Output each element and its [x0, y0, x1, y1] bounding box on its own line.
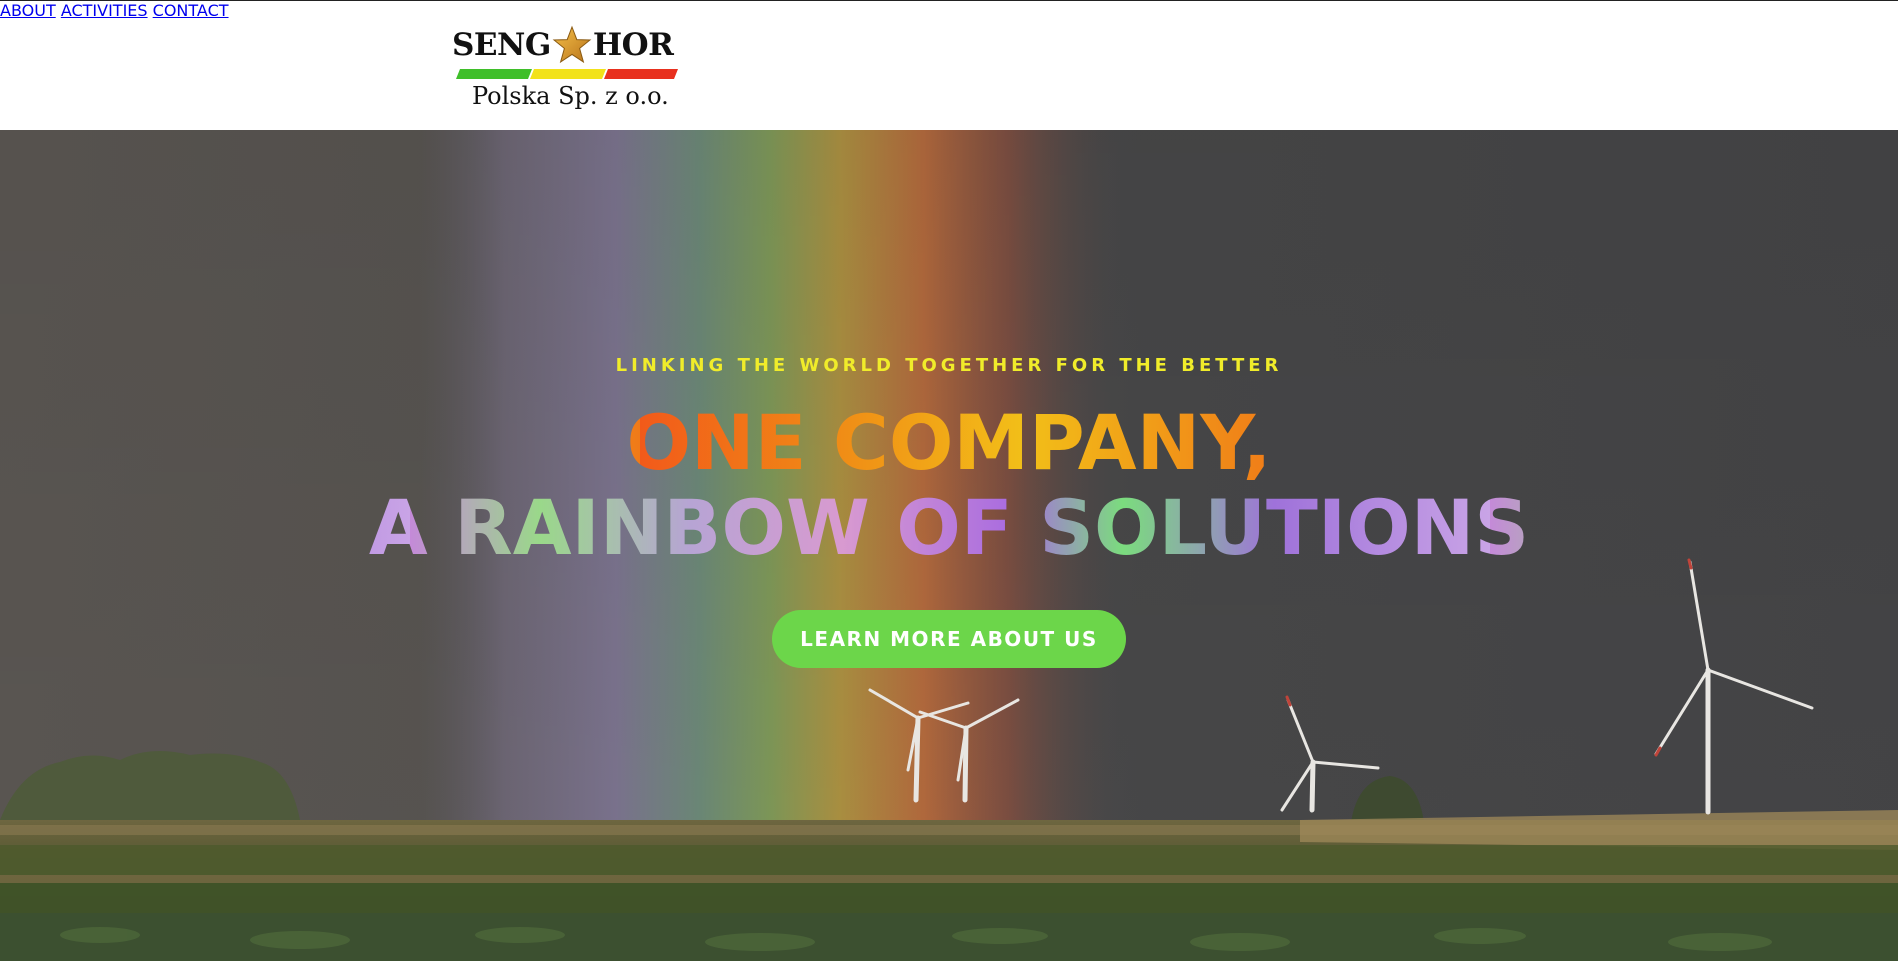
hero-tagline: LINKING THE WORLD TOGETHER FOR THE BETTE…: [615, 355, 1283, 376]
nav-item-about[interactable]: ABOUT: [0, 1, 56, 20]
logo-word-right: HOR: [592, 27, 674, 63]
site-header: SENG HOR Polska Sp. z o.o. ABOUT ACTIVIT…: [0, 0, 1898, 130]
logo-word-left: SENG: [452, 27, 551, 63]
hero-headline-line2: A RAINBOW OF SOLUTIONS: [0, 485, 1898, 571]
star-icon: [552, 25, 592, 64]
hero-section: LINKING THE WORLD TOGETHER FOR THE BETTE…: [0, 130, 1898, 961]
learn-more-button[interactable]: LEARN MORE ABOUT US: [772, 610, 1126, 668]
nav-item-activities[interactable]: ACTIVITIES: [61, 1, 148, 20]
company-logo[interactable]: SENG HOR Polska Sp. z o.o.: [452, 23, 682, 119]
logo-color-stripes: [456, 69, 678, 79]
main-nav: ABOUT ACTIVITIES CONTACT: [0, 1, 1898, 20]
logo-wordmark: SENG HOR: [452, 25, 674, 65]
hero-headline-line1: ONE COMPANY,: [0, 400, 1898, 486]
logo-subtitle: Polska Sp. z o.o.: [472, 82, 669, 110]
nav-item-contact[interactable]: CONTACT: [153, 1, 229, 20]
